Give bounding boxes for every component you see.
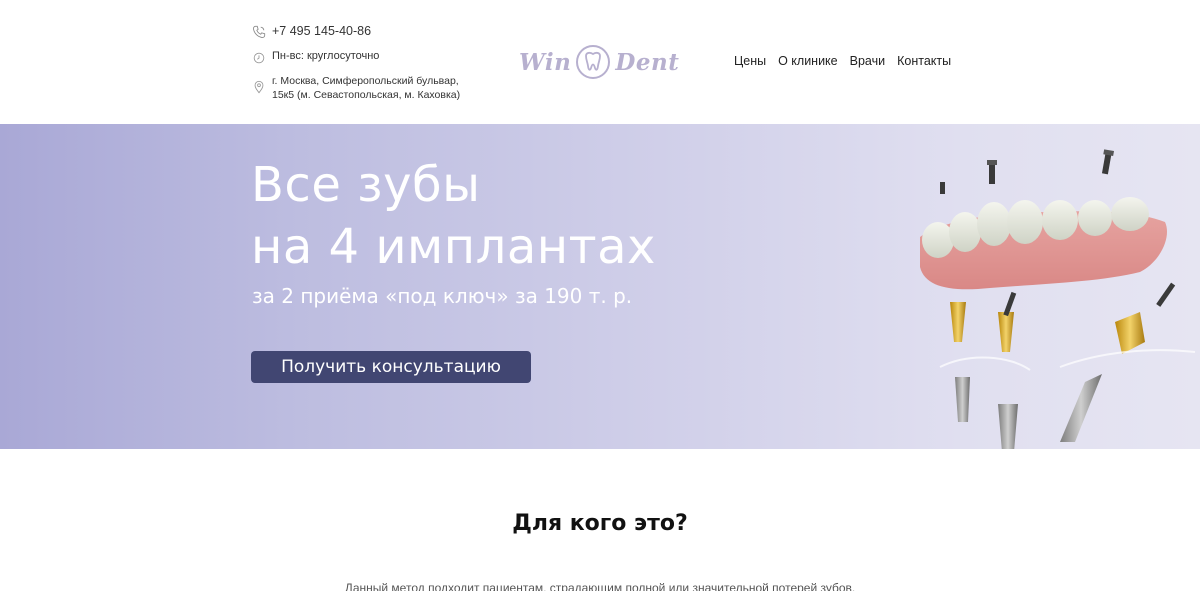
hero-title-line-2: на 4 имплантах [251, 219, 656, 275]
nav-item-about[interactable]: О клинике [778, 54, 838, 68]
dental-implant-illustration [920, 149, 1196, 449]
phone-number[interactable]: +7 495 145-40-86 [272, 24, 371, 38]
phone-icon [253, 25, 266, 38]
section-text: Данный метод подходит пациентам, страдаю… [344, 581, 856, 591]
hero-banner: Все зубы на 4 имплантах за 2 приёма «под… [0, 124, 1200, 449]
opening-hours: Пн-вс: круглосуточно [272, 50, 380, 62]
hero-title-line-1: Все зубы [251, 157, 481, 213]
section-title: Для кого это? [512, 511, 688, 536]
site-header: +7 495 145-40-86 Пн-вс: круглосуточно г.… [0, 0, 1200, 124]
hero-title: Все зубы на 4 имплантах [251, 154, 656, 278]
phone-row[interactable]: +7 495 145-40-86 [252, 24, 371, 39]
location-pin-icon [254, 80, 264, 94]
logo-text-right: Dent [615, 48, 680, 76]
main-nav: Цены О клинике Врачи Контакты [734, 54, 951, 68]
address-line-1: г. Москва, Симферопольский бульвар, [272, 75, 459, 87]
address-row: г. Москва, Симферопольский бульвар, 15к5… [252, 74, 467, 102]
clock-icon [253, 52, 265, 64]
logo-text-left: Win [519, 48, 572, 76]
address-line-2: 15к5 (м. Севастопольская, м. Каховка) [272, 89, 461, 101]
site-logo[interactable]: Win Dent [519, 40, 683, 84]
get-consultation-button[interactable]: Получить консультацию [251, 351, 531, 383]
nav-item-contacts[interactable]: Контакты [897, 54, 951, 68]
nav-item-doctors[interactable]: Врачи [850, 54, 885, 68]
hero-subtitle: за 2 приёма «под ключ» за 190 т. р. [252, 284, 633, 308]
tooth-icon [576, 45, 611, 79]
nav-item-prices[interactable]: Цены [734, 54, 766, 68]
hours-row: Пн-вс: круглосуточно [252, 50, 379, 65]
